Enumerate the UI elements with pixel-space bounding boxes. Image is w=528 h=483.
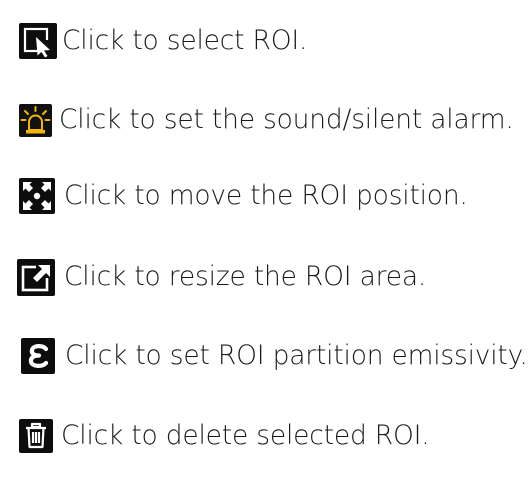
legend-item-resize: Click to resize the ROI area. [0, 257, 426, 297]
trash-icon [19, 419, 53, 453]
legend-label: Click to delete selected ROI. [61, 419, 430, 451]
legend-item-emissivity: Click to set ROI partition emissivity. [0, 336, 528, 376]
legend-label: Click to move the ROI position. [64, 179, 468, 211]
move-arrows-icon [19, 178, 55, 214]
resize-icon [17, 258, 55, 296]
alarm-light-icon [19, 103, 52, 137]
legend-item-alarm: Click to set the sound/silent alarm. [0, 100, 514, 140]
cursor-select-icon [19, 23, 57, 59]
legend-label: Click to set ROI partition emissivity. [65, 339, 528, 371]
legend-label: Click to select ROI. [62, 24, 308, 56]
legend-label: Click to set the sound/silent alarm. [59, 103, 514, 135]
legend-item-delete: Click to delete selected ROI. [0, 416, 430, 456]
legend-item-select-roi: Click to select ROI. [0, 21, 307, 61]
legend-item-move: Click to move the ROI position. [0, 176, 468, 216]
legend-label: Click to resize the ROI area. [64, 260, 427, 292]
emissivity-epsilon-icon [21, 338, 55, 374]
